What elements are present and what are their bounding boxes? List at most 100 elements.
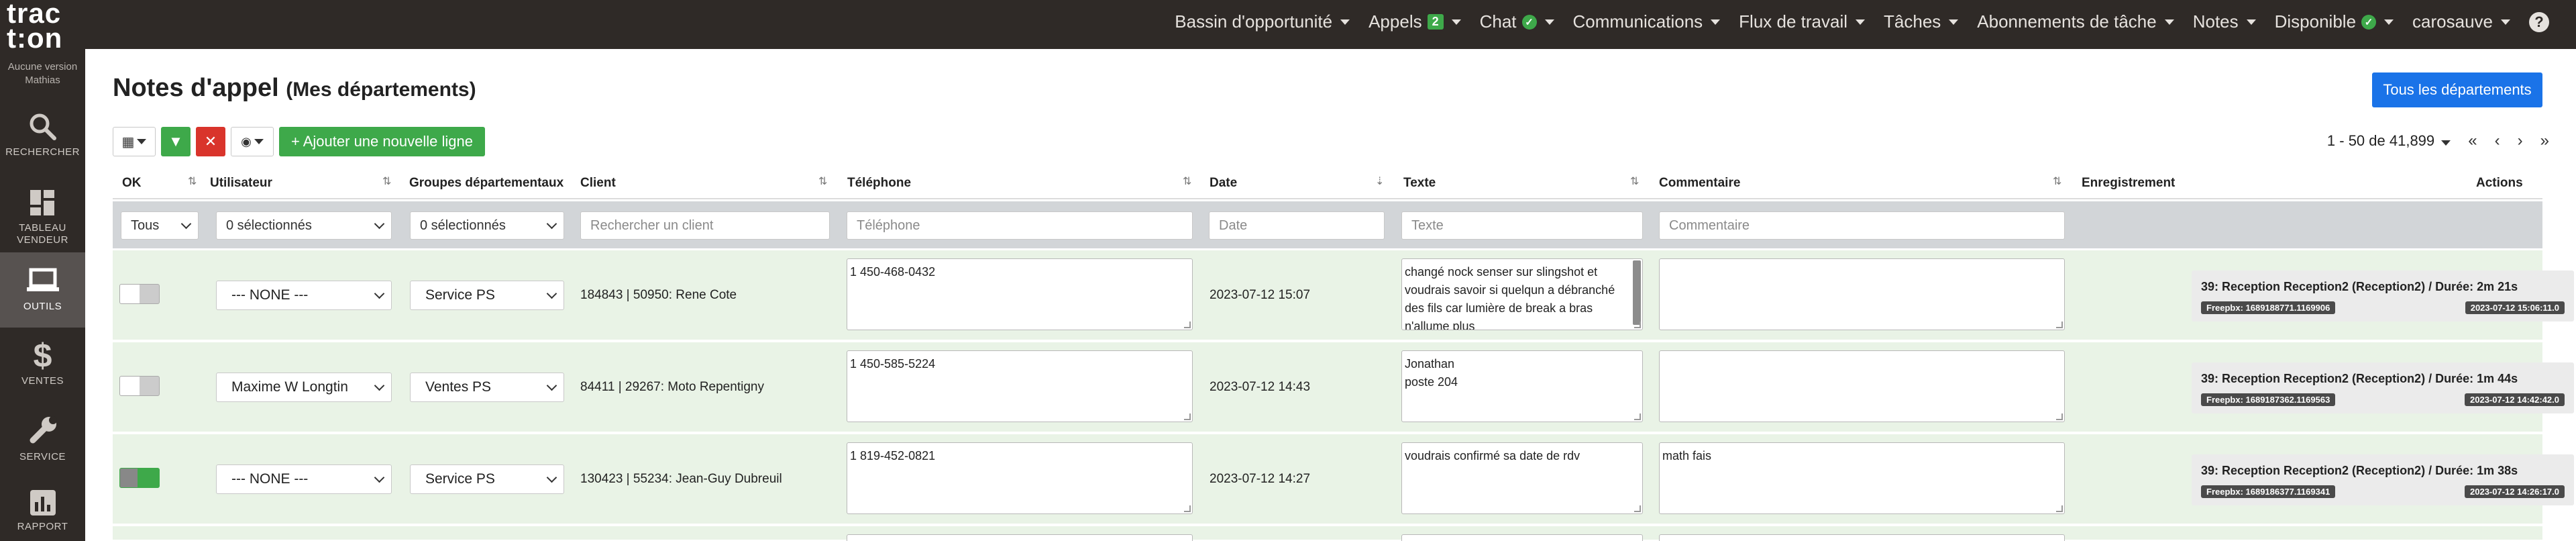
user-select[interactable]: --- NONE ---: [216, 281, 392, 310]
column-visibility-button[interactable]: ◉: [231, 127, 274, 156]
filter-value: Tous: [131, 217, 160, 233]
nav-communications[interactable]: Communications: [1573, 11, 1721, 32]
sort-icon[interactable]: ⇅: [2053, 175, 2061, 188]
page-title-text: Notes d'appel: [113, 74, 279, 102]
clear-filter-button[interactable]: ✕: [196, 127, 225, 156]
pagination-range[interactable]: 1 - 50 de 41,899: [2327, 132, 2451, 150]
phone-value: 1 450-468-0432: [850, 265, 936, 279]
phone-textarea[interactable]: 1 450-585-5224: [847, 350, 1193, 422]
text-textarea[interactable]: [1401, 534, 1643, 541]
recording-player[interactable]: 39: Reception Reception2 (Reception2) / …: [2192, 270, 2574, 322]
nav-tasks[interactable]: Tâches: [1884, 11, 1959, 32]
scrollbar[interactable]: [1633, 260, 1641, 325]
column-header-client[interactable]: Client: [580, 176, 616, 191]
sort-icon[interactable]: ⇅: [1183, 175, 1191, 188]
recording-player[interactable]: 39: Reception Reception2 (Reception2) / …: [2192, 362, 2574, 413]
ok-toggle[interactable]: [119, 284, 160, 304]
sidebar-item-search[interactable]: RECHERCHER: [0, 101, 85, 176]
resize-handle-icon[interactable]: [2056, 505, 2063, 512]
client-cell[interactable]: 184843 | 50950: Rene Cote: [580, 288, 737, 303]
view-toggle-button[interactable]: ▦: [113, 127, 156, 156]
sidebar-item-report[interactable]: RAPPORT: [0, 486, 85, 541]
resize-handle-icon[interactable]: [1184, 322, 1191, 328]
text-textarea[interactable]: Jonathan poste 204: [1401, 350, 1643, 422]
date-filter-input[interactable]: Date: [1209, 211, 1385, 240]
column-header-user[interactable]: Utilisateur: [210, 176, 272, 191]
group-select[interactable]: Service PS: [410, 281, 564, 310]
client-search-input[interactable]: Rechercher un client: [580, 211, 830, 240]
comment-textarea[interactable]: [1659, 350, 2065, 422]
recording-title: 39: Reception Reception2 (Reception2) / …: [2201, 464, 2518, 477]
first-page-icon[interactable]: «: [2468, 132, 2477, 150]
groups-filter-select[interactable]: 0 sélectionnés: [410, 211, 564, 240]
group-select[interactable]: Ventes PS: [410, 373, 564, 402]
sort-icon[interactable]: ⇅: [818, 175, 827, 188]
nav-opportunity-pool[interactable]: Bassin d'opportunité: [1175, 11, 1350, 32]
phone-textarea[interactable]: 1 450-468-0432: [847, 258, 1193, 330]
group-select[interactable]: Service PS: [410, 464, 564, 494]
resize-handle-icon[interactable]: [1634, 413, 1641, 420]
resize-handle-icon[interactable]: [2056, 322, 2063, 328]
comment-filter-input[interactable]: Commentaire: [1659, 211, 2065, 240]
pagination-label: 1 - 50 de 41,899: [2326, 132, 2435, 149]
resize-handle-icon[interactable]: [2056, 413, 2063, 420]
ok-toggle[interactable]: [119, 468, 160, 488]
filter-button[interactable]: ▼: [161, 127, 191, 156]
sidebar-label: SERVICE: [19, 451, 66, 462]
column-header-phone[interactable]: Téléphone: [847, 176, 911, 191]
sort-icon[interactable]: ⇅: [382, 175, 391, 188]
eye-slash-icon: ◉: [241, 134, 252, 148]
column-header-date[interactable]: Date: [1210, 176, 1237, 191]
nav-chat[interactable]: Chat ✓: [1480, 11, 1554, 32]
sidebar-label: OUTILS: [23, 301, 62, 312]
help-button[interactable]: ?: [2529, 11, 2549, 32]
last-page-icon[interactable]: »: [2540, 132, 2549, 150]
user-select[interactable]: Maxime W Longtin: [216, 373, 392, 402]
page-subtitle: (Mes départements): [286, 79, 476, 101]
add-row-button[interactable]: + Ajouter une nouvelle ligne: [279, 127, 485, 156]
client-cell[interactable]: 130423 | 55234: Jean-Guy Dubreuil: [580, 472, 782, 487]
text-textarea[interactable]: voudrais confirmé sa date de rdv: [1401, 442, 1643, 514]
table-row: --- NONE --- Service PS 184843 | 50950: …: [113, 250, 2574, 341]
resize-handle-icon[interactable]: [1184, 505, 1191, 512]
sort-icon[interactable]: ⇅: [1630, 175, 1639, 188]
select-value: --- NONE ---: [231, 287, 309, 303]
sort-icon[interactable]: ⇅: [188, 175, 197, 188]
next-page-icon[interactable]: ›: [2518, 132, 2523, 150]
sidebar-item-sales[interactable]: $ VENTES: [0, 328, 85, 403]
sidebar-item-tools[interactable]: OUTILS: [0, 252, 85, 328]
recording-player[interactable]: 39: Reception Reception2 (Reception2) / …: [2192, 454, 2574, 505]
phone-filter-input[interactable]: Téléphone: [847, 211, 1193, 240]
phone-textarea[interactable]: 1 819-452-0821: [847, 442, 1193, 514]
ok-toggle[interactable]: [119, 376, 160, 396]
nav-availability[interactable]: Disponible ✓: [2275, 11, 2394, 32]
column-header-groups[interactable]: Groupes départementaux: [409, 176, 564, 191]
comment-textarea[interactable]: [1659, 258, 2065, 330]
sort-desc-icon[interactable]: ⇣: [1375, 175, 1384, 188]
column-header-comment[interactable]: Commentaire: [1659, 176, 1740, 191]
phone-textarea[interactable]: [847, 534, 1193, 541]
nav-workflow[interactable]: Flux de travail: [1739, 11, 1866, 32]
nav-calls[interactable]: Appels 2: [1368, 11, 1461, 32]
nav-user-menu[interactable]: carosauve: [2412, 11, 2510, 32]
comment-textarea[interactable]: [1659, 534, 2065, 541]
text-textarea[interactable]: changé nock senser sur slingshot et voud…: [1401, 258, 1643, 330]
nav-notes[interactable]: Notes: [2193, 11, 2256, 32]
sidebar-item-dashboard[interactable]: TABLEAU VENDEUR: [0, 177, 85, 252]
resize-handle-icon[interactable]: [1634, 505, 1641, 512]
nav-task-subscriptions[interactable]: Abonnements de tâche: [1977, 11, 2174, 32]
user-filter-select[interactable]: 0 sélectionnés: [216, 211, 392, 240]
previous-page-icon[interactable]: ‹: [2495, 132, 2500, 150]
ok-filter-select[interactable]: Tous: [121, 211, 199, 240]
client-cell[interactable]: 84411 | 29267: Moto Repentigny: [580, 380, 764, 395]
resize-handle-icon[interactable]: [1634, 322, 1641, 328]
resize-handle-icon[interactable]: [1184, 413, 1191, 420]
text-filter-input[interactable]: Texte: [1401, 211, 1643, 240]
logo[interactable]: trac t:on: [0, 0, 85, 52]
user-select[interactable]: --- NONE ---: [216, 464, 392, 494]
all-departments-button[interactable]: Tous les départements: [2372, 72, 2542, 107]
sidebar-item-service[interactable]: SERVICE: [0, 404, 85, 479]
comment-textarea[interactable]: math fais: [1659, 442, 2065, 514]
column-header-ok[interactable]: OK: [122, 176, 142, 191]
column-header-text[interactable]: Texte: [1403, 176, 1436, 191]
